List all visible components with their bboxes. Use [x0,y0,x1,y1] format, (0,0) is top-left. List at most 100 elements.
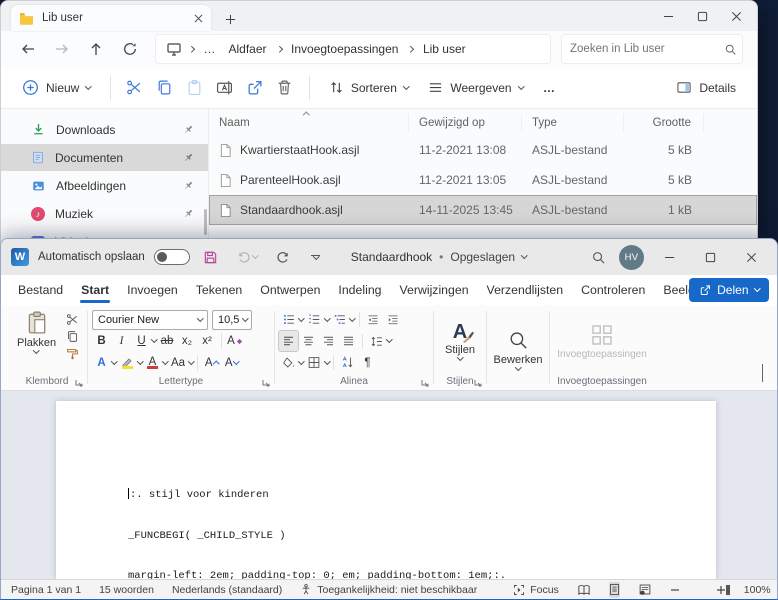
change-case-button[interactable]: Aa [169,353,188,373]
align-right-button[interactable] [319,331,338,351]
word-count[interactable]: 15 woorden [99,584,154,596]
search-input[interactable] [570,43,724,55]
document-title-group[interactable]: Standaardhook • Opgeslagen [351,250,527,264]
breadcrumb-item-lib-user[interactable]: Lib user [420,40,469,58]
maximize-icon[interactable] [694,245,726,269]
tab-close-icon[interactable] [194,14,203,23]
breadcrumb-item-invoegtoepassingen[interactable]: Invoegtoepassingen [288,40,401,58]
accessibility-status[interactable]: Toegankelijkheid: niet beschikbaar [300,583,477,596]
delete-icon[interactable] [271,74,299,102]
strikethrough-button[interactable]: ab [158,331,177,351]
tab-start[interactable]: Start [72,275,118,305]
clear-formatting-button[interactable]: A [226,331,245,351]
cut-icon[interactable] [121,74,149,102]
zoom-level[interactable]: 100% [744,584,771,596]
read-mode-button[interactable] [577,582,591,598]
tab-tekenen[interactable]: Tekenen [187,275,252,305]
shading-button[interactable] [279,353,298,373]
breadcrumb[interactable]: … Aldfaer Invoegtoepassingen Lib user [155,34,551,64]
chevron-down-icon[interactable] [298,315,304,321]
new-button[interactable]: Nieuw [13,73,100,102]
zoom-out-icon[interactable] [670,585,680,595]
tab-verwijzingen[interactable]: Verwijzingen [391,275,478,305]
search-icon[interactable] [586,245,610,269]
cut-icon[interactable] [66,313,79,326]
paste-button[interactable]: Plakken [11,309,62,355]
line-spacing-button[interactable] [367,331,386,351]
highlight-button[interactable] [118,353,137,373]
up-icon[interactable] [81,35,111,63]
chevron-down-icon[interactable] [324,315,330,321]
sidebar-item-afbeeldingen[interactable]: Afbeeldingen [1,172,208,199]
sort-button[interactable] [338,353,357,373]
breadcrumb-item-aldfaer[interactable]: Aldfaer [226,40,270,58]
chevron-down-icon[interactable] [324,358,330,364]
subscript-button[interactable]: x₂ [178,331,197,351]
italic-button[interactable]: I [112,331,131,351]
chevron-down-icon[interactable] [137,358,143,364]
borders-button[interactable] [305,353,324,373]
addins-button[interactable]: Invoegtoepassingen [554,309,650,373]
focus-mode-button[interactable]: Focus [513,584,559,596]
breadcrumb-ellipsis[interactable]: … [201,40,219,58]
share-button[interactable]: Delen [689,278,769,302]
print-layout-button[interactable] [609,582,620,598]
tab-bestand[interactable]: Bestand [9,275,72,305]
new-tab-button[interactable] [217,7,243,31]
web-layout-button[interactable] [638,582,652,598]
dialog-launcher-icon[interactable] [75,379,83,387]
details-button[interactable]: Details [667,74,745,101]
underline-button[interactable]: U [132,331,151,351]
this-pc-icon[interactable] [166,42,182,56]
copy-icon[interactable] [151,74,179,102]
text-effects-button[interactable]: A [92,353,111,373]
quick-access-toolbar-icon[interactable] [304,245,328,269]
dialog-launcher-icon[interactable] [262,379,270,387]
bullet-list-icon[interactable] [279,310,298,330]
file-row-parenteelhook[interactable]: ParenteelHook.asjl 11-2-2021 13:05 ASJL-… [209,165,757,195]
save-icon[interactable] [199,245,223,269]
show-formatting-marks-button[interactable]: ¶ [358,353,377,373]
format-painter-icon[interactable] [66,347,79,360]
chevron-down-icon[interactable] [349,315,355,321]
search-icon[interactable] [724,43,737,56]
chevron-down-icon[interactable] [188,358,194,364]
dialog-launcher-icon[interactable] [421,379,429,387]
tab-controleren[interactable]: Controleren [572,275,654,305]
page-indicator[interactable]: Pagina 1 van 1 [11,584,81,596]
superscript-button[interactable]: x² [198,331,217,351]
column-header-naam[interactable]: Naam [209,114,409,132]
paste-icon[interactable] [181,74,209,102]
grow-font-button[interactable]: A [202,353,221,373]
tab-ontwerpen[interactable]: Ontwerpen [251,275,329,305]
sidebar-item-muziek[interactable]: ♪ Muziek [1,200,208,227]
explorer-tab[interactable]: Lib user [11,5,211,31]
share-icon[interactable] [241,74,269,102]
sidebar-scrollbar[interactable] [204,209,207,235]
minimize-icon[interactable] [651,3,685,29]
chevron-down-icon[interactable] [111,358,117,364]
styles-button[interactable]: A Stijlen [438,309,482,373]
autosave-toggle[interactable] [154,249,190,265]
word-title-bar[interactable]: W Automatisch opslaan Standaardhook • Op… [1,239,777,275]
avatar[interactable]: HV [619,245,644,270]
redo-icon[interactable] [271,245,295,269]
sidebar-item-downloads[interactable]: Downloads [1,116,208,143]
copy-icon[interactable] [66,330,79,343]
align-center-button[interactable] [299,331,318,351]
multilevel-list-icon[interactable] [330,310,349,330]
file-row-kwartierstaathook[interactable]: KwartierstaatHook.asjl 11-2-2021 13:08 A… [209,135,757,165]
dialog-launcher-icon[interactable] [474,379,482,387]
justify-button[interactable] [339,331,358,351]
rename-icon[interactable] [211,74,239,102]
language-indicator[interactable]: Nederlands (standaard) [172,584,282,596]
chevron-down-icon[interactable] [386,337,392,343]
font-size-select[interactable]: 10,5 [212,310,252,330]
collapse-ribbon-icon[interactable] [762,364,763,382]
refresh-icon[interactable] [115,35,145,63]
zoom-slider-thumb[interactable] [726,585,730,595]
numbered-list-icon[interactable] [305,310,324,330]
bold-button[interactable]: B [92,331,111,351]
zoom-in-icon[interactable] [716,585,726,595]
font-color-button[interactable]: A [143,353,162,373]
